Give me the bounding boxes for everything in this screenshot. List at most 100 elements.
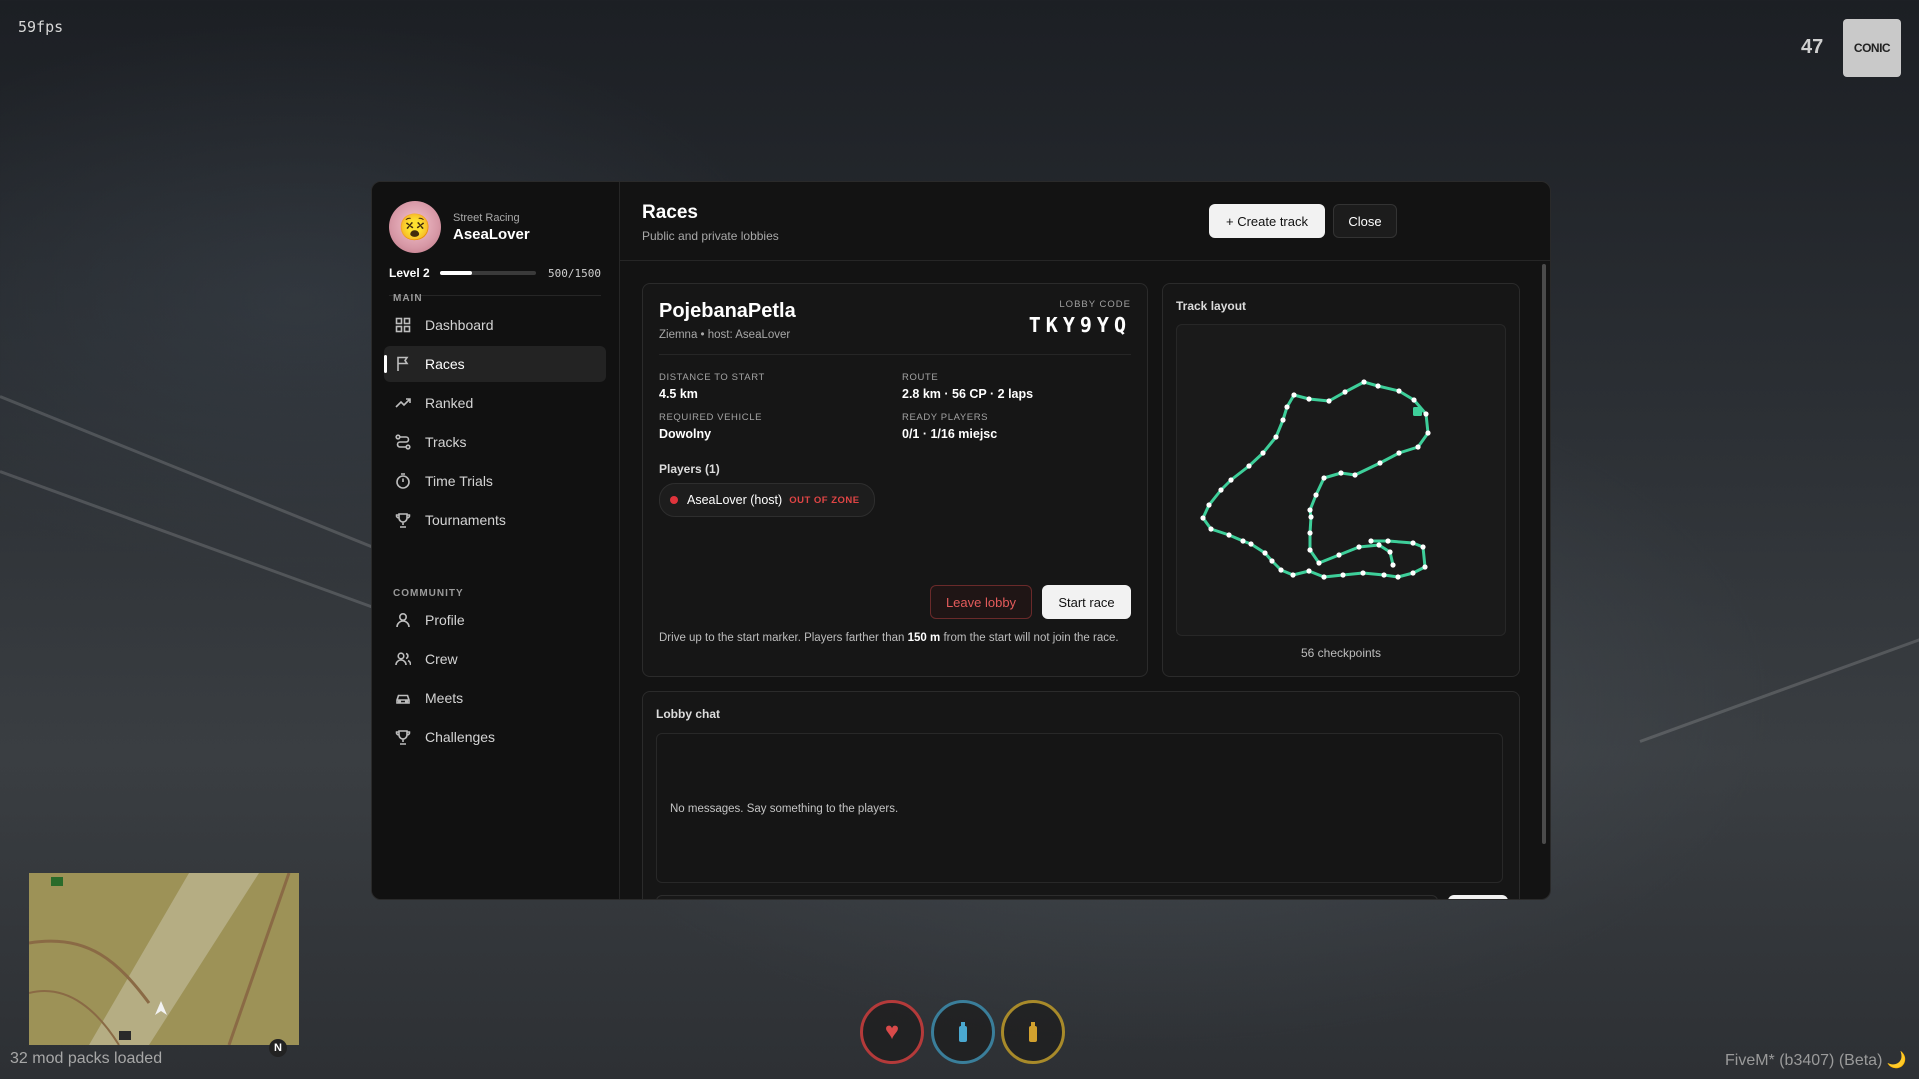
track-title: Track layout (1176, 299, 1247, 313)
avatar-face: 😵 (398, 211, 432, 242)
checkpoint-marker (1313, 492, 1319, 498)
start-marker (1413, 407, 1422, 416)
checkpoint-marker (1307, 507, 1313, 513)
sidebar-item-tournaments[interactable]: Tournaments (384, 502, 606, 538)
profile-header: 😵 Street Racing AseaLover (389, 201, 530, 253)
lobby-code-label: LOBBY CODE (1059, 299, 1131, 310)
checkpoint-marker (1360, 570, 1366, 576)
lobby-code[interactable]: TKY9YQ (1029, 313, 1131, 337)
player-name: AseaLover (host) (687, 493, 783, 507)
sidebar-item-label: Crew (425, 651, 458, 667)
users-icon (395, 651, 411, 667)
sidebar-item-races[interactable]: Races (384, 346, 606, 382)
chat-input[interactable] (656, 895, 1438, 899)
checkpoint-marker (1321, 574, 1327, 580)
close-button[interactable]: Close (1333, 204, 1397, 238)
stat-value: Dowolny (659, 427, 712, 441)
sidebar-item-dashboard[interactable]: Dashboard (384, 307, 606, 343)
minimap-roads (29, 873, 291, 1045)
checkpoint-marker (1291, 392, 1297, 398)
note-text: from the start will not join the race. (940, 632, 1119, 644)
flag-icon (395, 356, 411, 372)
start-race-button[interactable]: Start race (1042, 585, 1131, 619)
checkpoint-marker (1342, 389, 1348, 395)
lobby-name: PojebanaPetla (659, 300, 796, 322)
checkpoint-marker (1396, 450, 1402, 456)
sidebar-item-label: Tournaments (425, 512, 506, 528)
thirst-indicator (931, 1000, 995, 1064)
checkpoint-marker (1278, 567, 1284, 573)
stat-label: READY PLAYERS (902, 412, 989, 423)
north-indicator: N (269, 1039, 287, 1057)
checkpoint-marker (1200, 515, 1206, 521)
sidebar-item-profile[interactable]: Profile (384, 602, 606, 638)
avatar: 😵 (389, 201, 441, 253)
checkpoint-marker (1246, 463, 1252, 469)
section-main-label: MAIN (393, 293, 423, 304)
checkpoint-marker (1338, 470, 1344, 476)
checkpoint-marker (1316, 560, 1322, 566)
level-label: Level 2 (389, 266, 430, 280)
trophy-icon (395, 729, 411, 745)
sidebar-item-label: Time Trials (425, 473, 493, 489)
checkpoint-marker (1307, 547, 1313, 553)
sidebar-item-label: Races (425, 356, 465, 372)
checkpoint-marker (1228, 477, 1234, 483)
page-title: Races (642, 202, 698, 223)
sidebar-item-meets[interactable]: Meets (384, 680, 606, 716)
checkpoint-marker (1280, 417, 1286, 423)
checkpoint-marker (1423, 411, 1429, 417)
sidebar-item-crew[interactable]: Crew (384, 641, 606, 677)
checkpoint-marker (1422, 564, 1428, 570)
track-layout-card: Track layout 56 checkpoints (1162, 283, 1520, 677)
scrollbar[interactable] (1542, 264, 1546, 844)
checkpoint-marker (1321, 475, 1327, 481)
note-distance: 150 m (907, 632, 941, 644)
checkpoint-count: 56 checkpoints (1300, 646, 1382, 660)
checkpoint-marker (1381, 572, 1387, 578)
sidebar-item-tracks[interactable]: Tracks (384, 424, 606, 460)
track-route (1200, 379, 1431, 580)
health-indicator: ♥ (860, 1000, 924, 1064)
send-button[interactable] (1448, 895, 1508, 899)
divider (659, 354, 1131, 355)
checkpoint-marker (1248, 541, 1254, 547)
sidebar-item-label: Challenges (425, 729, 496, 745)
sidebar-item-time-trials[interactable]: Time Trials (384, 463, 606, 499)
profile-name: AseaLover (453, 225, 530, 243)
sidebar-item-ranked[interactable]: Ranked (384, 385, 606, 421)
food-icon (1029, 1022, 1037, 1042)
checkpoint-marker (1356, 544, 1362, 550)
checkpoint-marker (1326, 398, 1332, 404)
checkpoint-marker (1361, 379, 1367, 385)
stat-label: DISTANCE TO START (659, 372, 765, 383)
checkpoint-marker (1340, 572, 1346, 578)
lobby-card: PojebanaPetla Ziemna • host: AseaLover L… (642, 283, 1148, 677)
leave-lobby-button[interactable]: Leave lobby (930, 585, 1032, 619)
checkpoint-marker (1307, 530, 1313, 536)
sidebar-item-label: Dashboard (425, 317, 494, 333)
timer-icon (395, 473, 411, 489)
checkpoint-marker (1336, 552, 1342, 558)
fps-counter: 59fps (18, 18, 64, 36)
create-track-button[interactable]: + Create track (1209, 204, 1325, 238)
checkpoint-marker (1352, 472, 1358, 478)
checkpoint-marker (1420, 544, 1426, 550)
sidebar-item-label: Ranked (425, 395, 474, 411)
page-subtitle: Public and private lobbies (642, 229, 779, 243)
road-marking (0, 470, 405, 620)
checkpoint-marker (1260, 450, 1266, 456)
sidebar-item-challenges[interactable]: Challenges (384, 719, 606, 755)
checkpoint-marker (1425, 430, 1431, 436)
chat-messages: No messages. Say something to the player… (656, 733, 1503, 883)
track-map (1176, 324, 1506, 636)
hunger-indicator (1001, 1000, 1065, 1064)
server-logo: CONIC (1843, 19, 1901, 77)
logo-text: CONIC (1853, 41, 1891, 55)
minimap (29, 873, 299, 1045)
player-chip[interactable]: AseaLover (host) OUT OF ZONE (659, 483, 875, 517)
xp-progress-bar (439, 271, 536, 275)
mods-loaded-text: 32 mod packs loaded (10, 1050, 163, 1067)
profile-subtitle: Street Racing (453, 211, 520, 224)
checkpoint-marker (1306, 568, 1312, 574)
